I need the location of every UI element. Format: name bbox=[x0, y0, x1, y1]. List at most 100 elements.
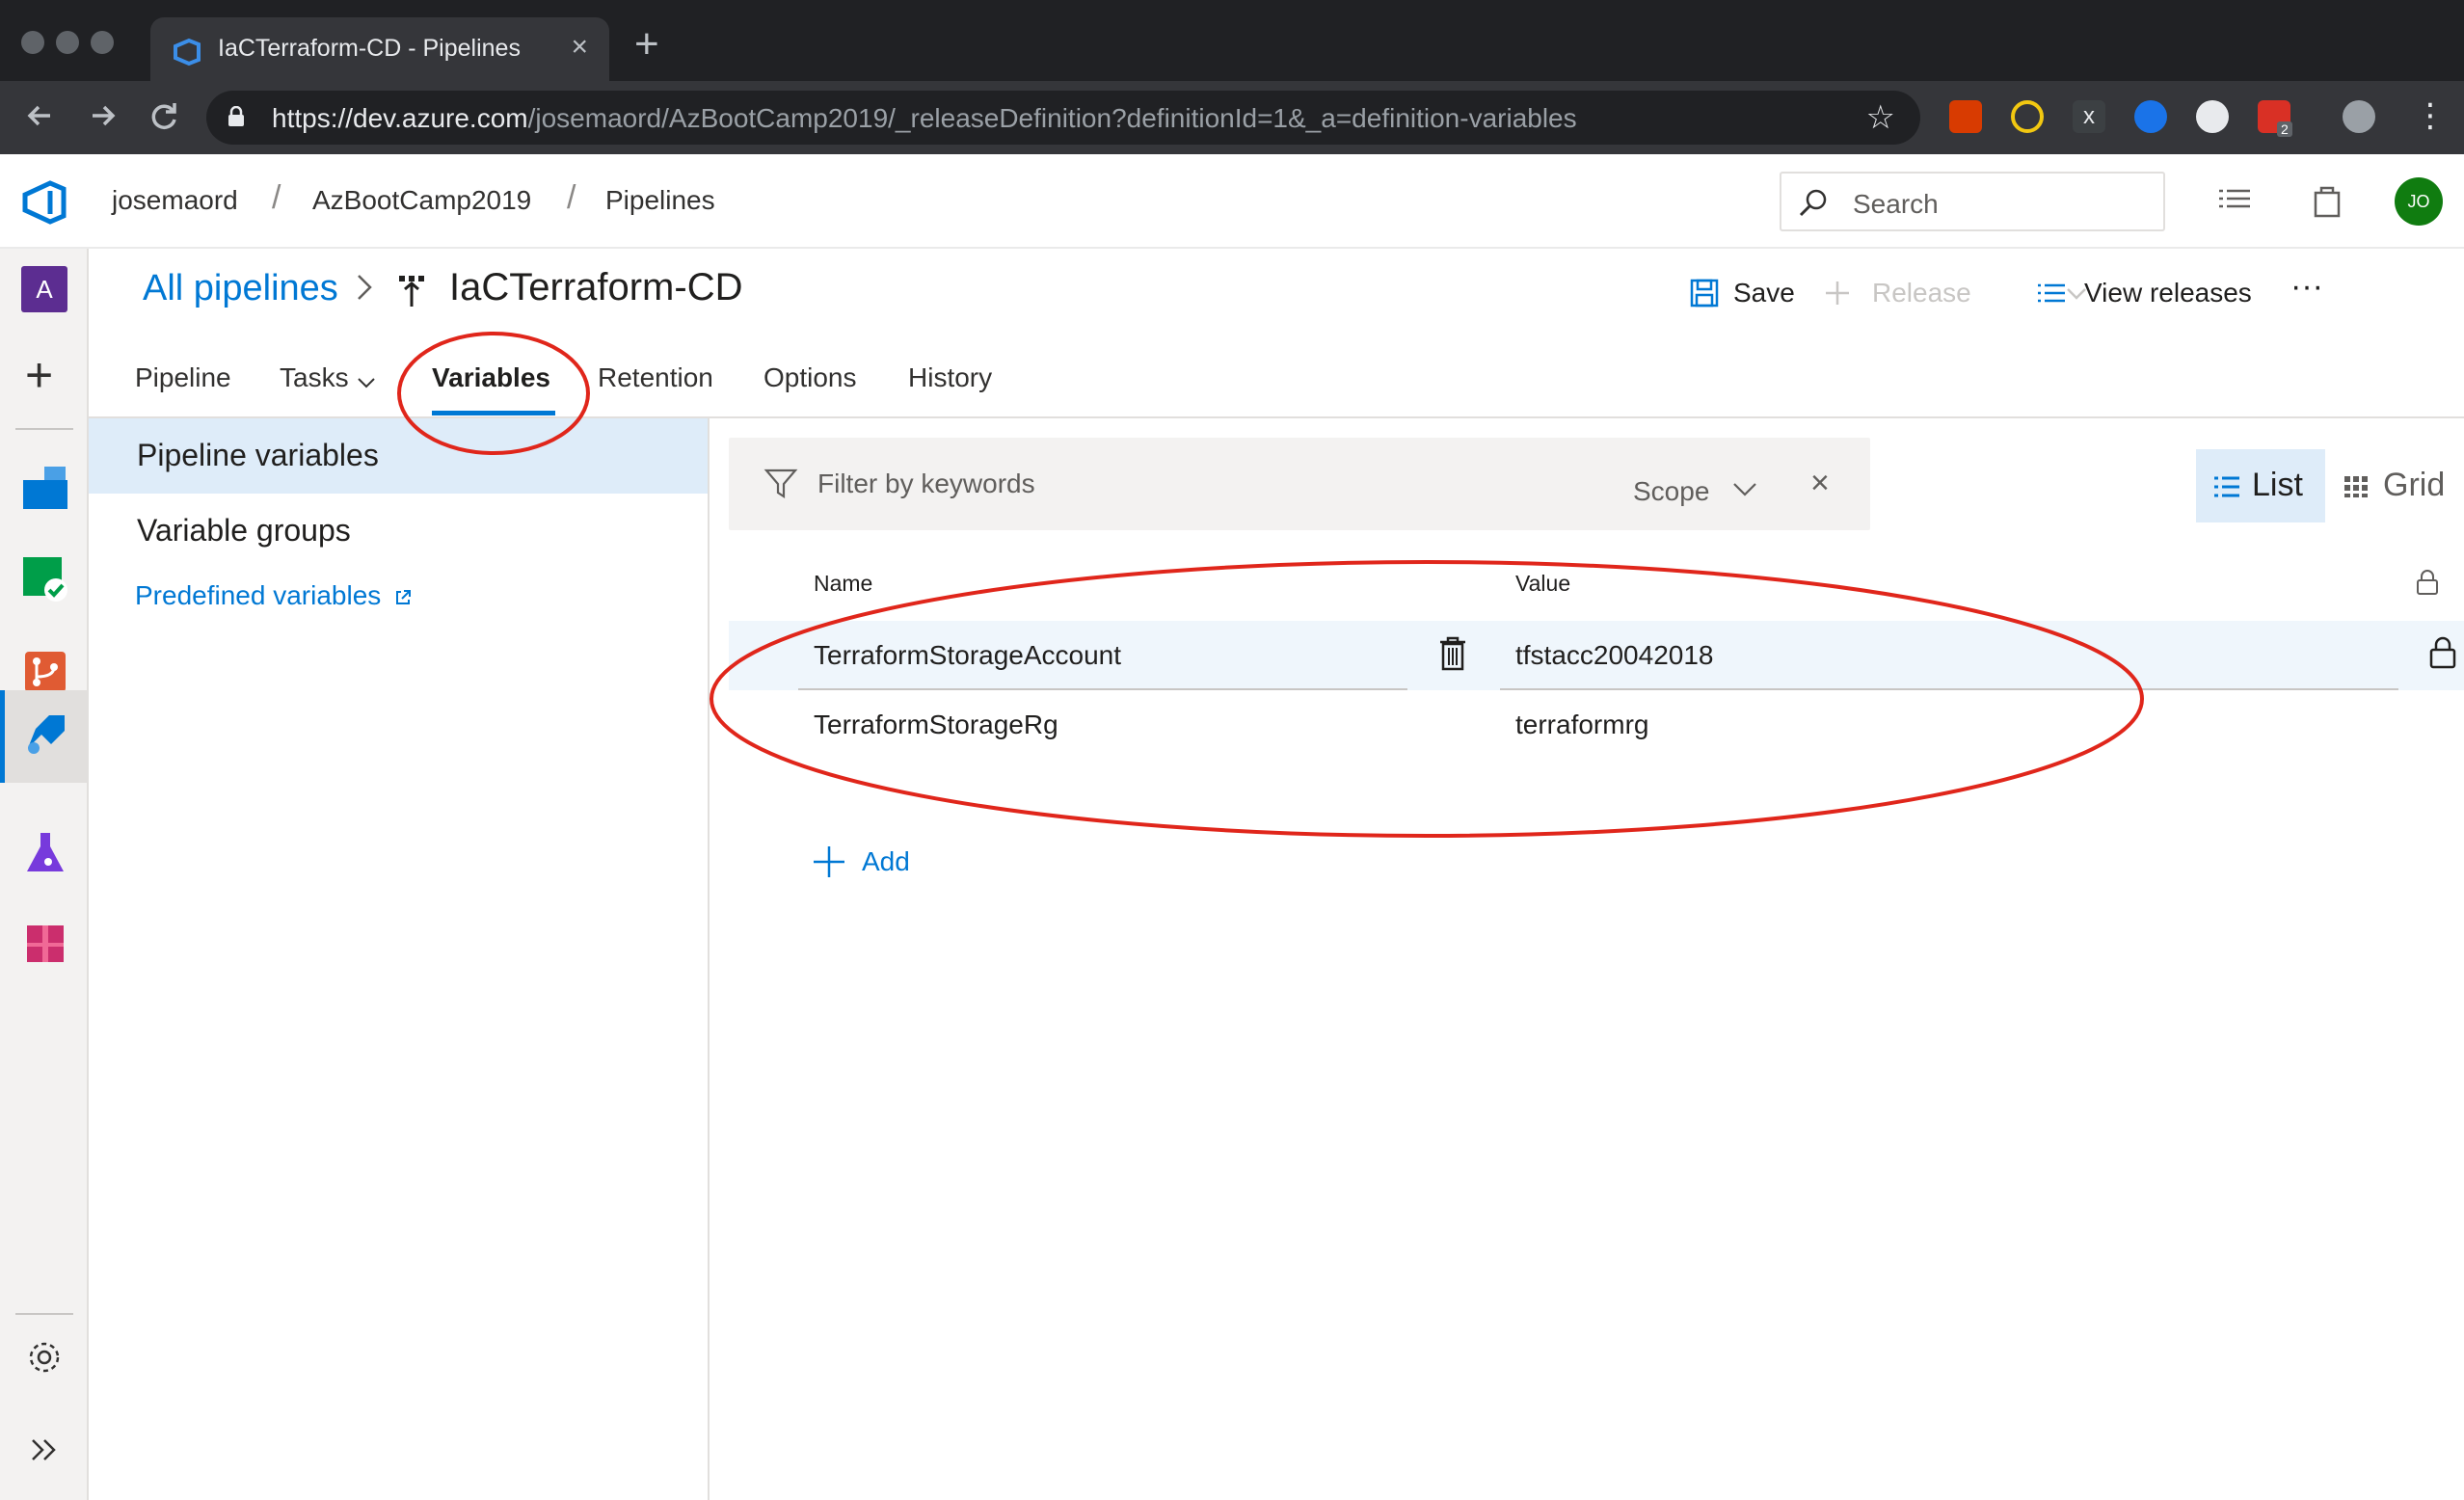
rail-divider bbox=[15, 428, 73, 430]
pipeline-tabs: Pipeline Tasks Variables Retention Optio… bbox=[89, 337, 2464, 418]
breadcrumb-project[interactable]: AzBootCamp2019 bbox=[312, 185, 531, 216]
release-plus-icon bbox=[1826, 281, 1849, 305]
external-link-icon bbox=[396, 589, 412, 604]
tab-options[interactable]: Options bbox=[763, 362, 857, 393]
rail-divider bbox=[15, 1313, 73, 1315]
close-tab-icon[interactable]: × bbox=[571, 31, 588, 64]
clear-filter-icon[interactable]: × bbox=[1810, 465, 1830, 502]
variable-name-field[interactable]: TerraformStorageAccount bbox=[814, 640, 1121, 671]
table-row[interactable]: TerraformStorageAccount tfstacc20042018 bbox=[729, 621, 2464, 690]
search-icon bbox=[1799, 189, 1827, 217]
filter-bar: Filter by keywords Scope × bbox=[729, 438, 1870, 530]
azure-devops-favicon-icon bbox=[174, 38, 201, 67]
secret-lock-toggle-icon[interactable] bbox=[2429, 636, 2456, 669]
extension-badge: 2 bbox=[2277, 121, 2292, 137]
save-icon bbox=[1690, 279, 1719, 308]
filter-funnel-icon bbox=[763, 469, 798, 499]
pipeline-name: IaCTerraform-CD bbox=[449, 266, 743, 308]
selected-tab-underline bbox=[432, 411, 555, 415]
browser-menu-icon[interactable]: ⋮ bbox=[2414, 96, 2447, 135]
pipelines-icon bbox=[28, 715, 65, 754]
tab-variables[interactable]: Variables bbox=[432, 362, 550, 393]
grid-view-label: Grid bbox=[2383, 467, 2446, 503]
tab-pipeline[interactable]: Pipeline bbox=[135, 362, 231, 393]
azure-devops-logo-icon[interactable] bbox=[21, 179, 67, 226]
grid-icon bbox=[2344, 476, 2368, 497]
name-column-header: Name bbox=[814, 571, 873, 596]
predefined-variables-link[interactable]: Predefined variables bbox=[135, 580, 412, 611]
tab-tasks[interactable]: Tasks bbox=[280, 362, 349, 393]
browser-tab[interactable]: IaCTerraform-CD - Pipelines × bbox=[150, 17, 609, 81]
puzzle-extension-icon[interactable] bbox=[2134, 100, 2167, 133]
list-view-toggle[interactable]: List bbox=[2196, 449, 2325, 522]
variables-left-panel: Pipeline variables Variable groups Prede… bbox=[89, 418, 710, 1500]
xmarks-extension-icon[interactable]: x bbox=[2073, 100, 2105, 133]
browser-tab-title: IaCTerraform-CD - Pipelines bbox=[218, 35, 521, 62]
scope-dropdown[interactable]: Scope bbox=[1633, 476, 1709, 507]
view-releases-button[interactable]: View releases bbox=[2084, 278, 2252, 308]
project-settings-gear-icon[interactable] bbox=[25, 1338, 64, 1377]
grid-view-toggle[interactable]: Grid bbox=[2333, 449, 2464, 522]
back-icon[interactable] bbox=[19, 94, 62, 137]
lock-icon bbox=[228, 106, 244, 126]
address-bar[interactable]: https://dev.azure.com/josemaord/AzBootCa… bbox=[206, 91, 1920, 145]
pipeline-variables-item[interactable]: Pipeline variables bbox=[89, 418, 708, 494]
variable-value-field[interactable]: tfstacc20042018 bbox=[1515, 640, 1714, 671]
save-button[interactable]: Save bbox=[1733, 278, 1795, 308]
extension-icon[interactable] bbox=[2011, 100, 2044, 133]
table-row[interactable]: TerraformStorageRg terraformrg bbox=[729, 690, 2464, 760]
list-icon bbox=[2214, 476, 2239, 497]
pipeline-variables-label: Pipeline variables bbox=[137, 438, 379, 472]
test-plans-icon[interactable] bbox=[21, 829, 69, 877]
more-actions-icon[interactable]: ··· bbox=[2290, 268, 2323, 306]
url-text: https://dev.azure.com/josemaord/AzBootCa… bbox=[272, 103, 1577, 133]
chevron-right-icon bbox=[358, 275, 372, 300]
variable-value-field[interactable]: terraformrg bbox=[1515, 710, 1648, 740]
variable-groups-label: Variable groups bbox=[137, 513, 351, 548]
release-pipeline-icon bbox=[399, 276, 424, 307]
tasks-chevron-down-icon[interactable] bbox=[357, 376, 376, 389]
list-view-label: List bbox=[2252, 467, 2303, 503]
repos-icon[interactable] bbox=[21, 648, 69, 696]
breadcrumb-separator: / bbox=[567, 179, 576, 216]
reload-icon[interactable] bbox=[143, 94, 185, 137]
delete-trash-icon[interactable] bbox=[1438, 636, 1467, 671]
expand-chevrons-icon[interactable] bbox=[27, 1433, 62, 1467]
new-project-plus-icon[interactable]: + bbox=[25, 351, 53, 399]
left-nav-rail: A + bbox=[0, 249, 89, 1500]
bookmark-star-icon[interactable]: ☆ bbox=[1866, 98, 1895, 137]
scope-chevron-down-icon[interactable] bbox=[1731, 480, 1758, 499]
pipelines-nav-item[interactable] bbox=[0, 690, 89, 783]
notifications-extension-icon[interactable]: 2 bbox=[2258, 100, 2292, 137]
marketplace-bag-icon[interactable] bbox=[2308, 181, 2346, 220]
zoom-window-dot[interactable] bbox=[91, 31, 114, 54]
user-avatar[interactable]: JO bbox=[2395, 177, 2443, 226]
office-extension-icon[interactable] bbox=[1949, 100, 1982, 133]
all-pipelines-link[interactable]: All pipelines bbox=[143, 268, 338, 309]
variable-name-field[interactable]: TerraformStorageRg bbox=[814, 710, 1058, 740]
breadcrumb-organization[interactable]: josemaord bbox=[112, 185, 238, 216]
tab-retention[interactable]: Retention bbox=[598, 362, 713, 393]
browser-tabstrip: IaCTerraform-CD - Pipelines × + bbox=[0, 0, 2464, 81]
profile-avatar-icon[interactable] bbox=[2343, 100, 2375, 133]
minimize-window-dot[interactable] bbox=[56, 31, 79, 54]
overview-icon[interactable] bbox=[21, 463, 69, 511]
tab-history[interactable]: History bbox=[908, 362, 992, 393]
close-window-dot[interactable] bbox=[21, 31, 44, 54]
work-items-list-icon[interactable] bbox=[2215, 181, 2254, 220]
breadcrumb-pipelines[interactable]: Pipelines bbox=[605, 185, 715, 216]
search-input[interactable]: Search bbox=[1780, 172, 2165, 231]
release-button[interactable]: Release bbox=[1872, 278, 1971, 308]
new-tab-button[interactable]: + bbox=[634, 23, 659, 66]
variable-groups-item[interactable]: Variable groups bbox=[89, 494, 708, 569]
add-variable-label: Add bbox=[862, 846, 910, 876]
boards-icon[interactable] bbox=[21, 555, 69, 603]
add-plus-icon bbox=[814, 846, 844, 877]
forward-icon[interactable] bbox=[81, 94, 123, 137]
breadcrumb-separator: / bbox=[272, 179, 281, 216]
organization-badge[interactable]: A bbox=[21, 266, 67, 312]
search-placeholder: Search bbox=[1853, 189, 1939, 219]
circle-extension-icon[interactable] bbox=[2196, 100, 2229, 133]
artifacts-icon[interactable] bbox=[21, 920, 69, 968]
filter-keywords-input[interactable]: Filter by keywords bbox=[817, 469, 1035, 499]
